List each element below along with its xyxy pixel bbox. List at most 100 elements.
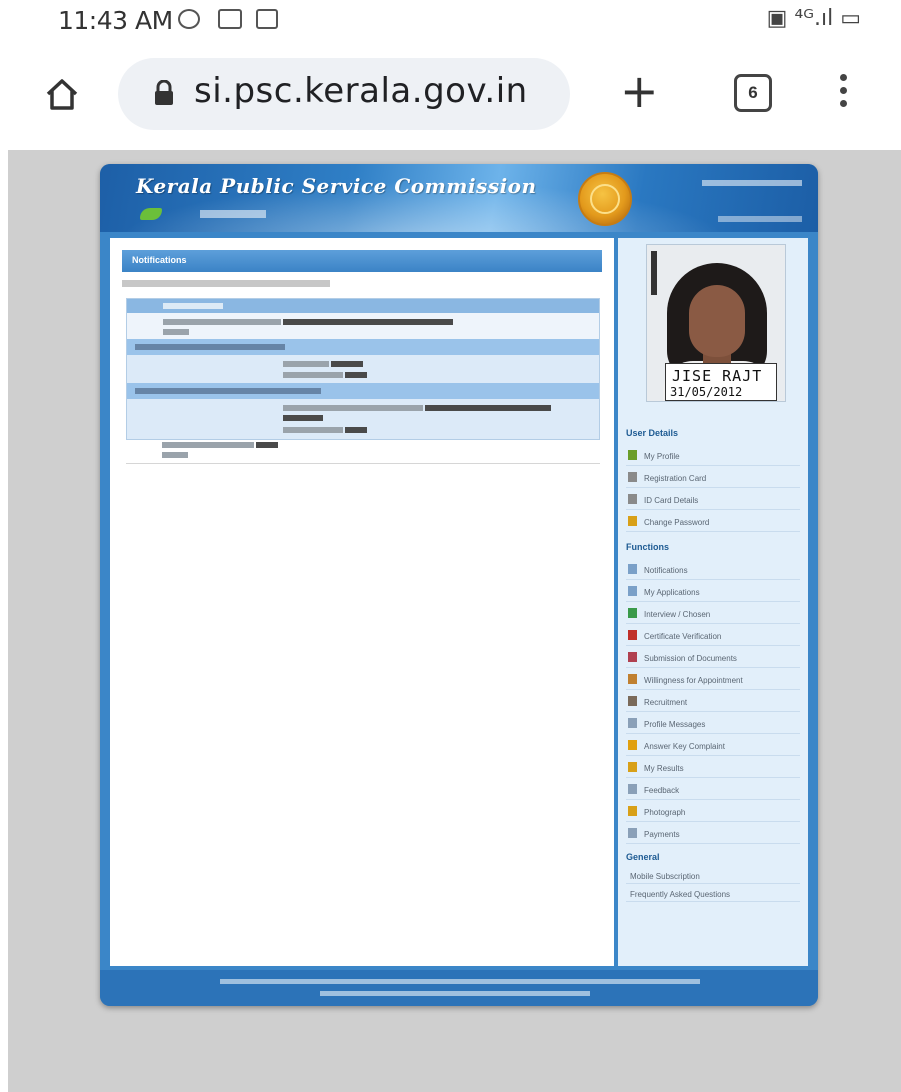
intro-text <box>122 280 330 287</box>
sidebar-item-profile-messages[interactable]: Profile Messages <box>626 712 800 734</box>
photo-date: 31/05/2012 <box>670 385 743 399</box>
notification-icon <box>628 564 637 574</box>
new-tab-button[interactable]: + <box>620 68 659 114</box>
feedback-icon <box>628 784 637 794</box>
messages-icon <box>628 718 637 728</box>
site-title: Kerala Public Service Commission <box>136 174 537 198</box>
results-icon <box>628 762 637 772</box>
sidebar-item-label: Registration Card <box>644 474 707 483</box>
sidebar-item-recruitment[interactable]: Recruitment <box>626 690 800 712</box>
applications-icon <box>628 586 637 596</box>
sidebar-item-frequently-asked-questions[interactable]: Frequently Asked Questions <box>626 884 800 902</box>
sidebar: JISE RAJT 31/05/2012 User Details My Pro… <box>618 238 808 966</box>
sidebar-item-interview-chosen[interactable]: Interview / Chosen <box>626 602 800 624</box>
payments-icon <box>628 828 637 838</box>
sidebar-item-photograph[interactable]: Photograph <box>626 800 800 822</box>
tab-switcher-button[interactable]: 6 <box>734 74 772 112</box>
sidebar-item-label: Answer Key Complaint <box>644 742 725 751</box>
card-icon <box>628 472 637 482</box>
table-row[interactable] <box>126 438 600 464</box>
calendar-icon <box>256 9 278 29</box>
id-card-icon <box>628 494 637 504</box>
sidebar-item-my-results[interactable]: My Results <box>626 756 800 778</box>
status-bar: 11:43 AM ▣ ⁴ᴳ.ıl ▭ <box>0 0 901 44</box>
message-icon <box>218 9 242 29</box>
user-details-heading: User Details <box>626 428 679 438</box>
sidebar-item-id-card-details[interactable]: ID Card Details <box>626 488 800 510</box>
signal-battery-icons: ▣ ⁴ᴳ.ıl ▭ <box>766 6 861 31</box>
sidebar-item-notifications[interactable]: Notifications <box>626 558 800 580</box>
sidebar-item-my-profile[interactable]: My Profile <box>626 444 800 466</box>
site-footer <box>100 970 818 1006</box>
browser-toolbar: si.psc.kerala.gov.in + 6 <box>0 44 901 150</box>
recruitment-icon <box>628 696 637 706</box>
page-viewport: Kerala Public Service Commission Notific… <box>8 150 901 1092</box>
sidebar-item-label: Recruitment <box>644 698 688 707</box>
sidebar-item-mobile-subscription[interactable]: Mobile Subscription <box>626 866 800 884</box>
sidebar-item-certificate-verification[interactable]: Certificate Verification <box>626 624 800 646</box>
more-menu-icon[interactable] <box>838 74 848 114</box>
photo-name: JISE RAJT <box>672 367 763 385</box>
sidebar-item-label: My Profile <box>644 452 680 461</box>
general-heading: General <box>626 852 660 862</box>
sidebar-item-label: Mobile Subscription <box>630 872 700 881</box>
psc-site-container: Kerala Public Service Commission Notific… <box>100 164 818 1006</box>
sidebar-item-label: Notifications <box>644 566 688 575</box>
detail-box <box>127 355 599 383</box>
footer-links[interactable] <box>320 991 590 996</box>
interview-icon <box>628 608 637 618</box>
address-bar[interactable]: si.psc.kerala.gov.in <box>118 58 570 130</box>
main-content: Notifications <box>110 238 614 966</box>
photo-nameboard: JISE RAJT 31/05/2012 <box>665 363 777 401</box>
detail-box <box>127 399 599 439</box>
sidebar-item-payments[interactable]: Payments <box>626 822 800 844</box>
alarm-icon <box>178 9 200 29</box>
sidebar-item-label: ID Card Details <box>644 496 699 505</box>
sidebar-item-label: My Results <box>644 764 684 773</box>
home-icon[interactable] <box>42 74 82 114</box>
header-links[interactable] <box>702 180 802 186</box>
photograph-icon <box>628 806 637 816</box>
documents-icon <box>628 652 637 662</box>
sidebar-item-label: Certificate Verification <box>644 632 722 641</box>
sidebar-item-answer-key-complaint[interactable]: Answer Key Complaint <box>626 734 800 756</box>
sidebar-item-registration-card[interactable]: Registration Card <box>626 466 800 488</box>
status-time: 11:43 AM <box>58 6 173 35</box>
sidebar-item-label: My Applications <box>644 588 700 597</box>
lock-icon <box>155 80 173 105</box>
appointment-icon <box>628 674 637 684</box>
site-header: Kerala Public Service Commission <box>100 164 818 232</box>
sidebar-item-label: Photograph <box>644 808 686 817</box>
sidebar-item-label: Change Password <box>644 518 710 527</box>
sidebar-item-willingness-for-appointment[interactable]: Willingness for Appointment <box>626 668 800 690</box>
category-band <box>127 383 599 399</box>
sidebar-item-label: Profile Messages <box>644 720 706 729</box>
sidebar-item-label: Frequently Asked Questions <box>630 890 731 899</box>
footer-copyright <box>220 979 700 984</box>
candidate-photo: JISE RAJT 31/05/2012 <box>646 244 786 402</box>
table-header <box>127 299 599 313</box>
url-text: si.psc.kerala.gov.in <box>194 71 528 111</box>
functions-heading: Functions <box>626 542 669 552</box>
sidebar-item-label: Interview / Chosen <box>644 610 711 619</box>
leaf-icon <box>140 208 162 220</box>
sidebar-item-submission-of-documents[interactable]: Submission of Documents <box>626 646 800 668</box>
psc-emblem-icon <box>578 172 632 226</box>
verification-icon <box>628 630 637 640</box>
user-icon <box>628 450 637 460</box>
sidebar-item-my-applications[interactable]: My Applications <box>626 580 800 602</box>
section-heading-bar: Notifications <box>122 250 602 272</box>
logout-link[interactable] <box>718 216 802 222</box>
sidebar-item-change-password[interactable]: Change Password <box>626 510 800 532</box>
answer-key-icon <box>628 740 637 750</box>
thulasi-logo <box>140 208 266 222</box>
sidebar-item-label: Feedback <box>644 786 680 795</box>
notification-table <box>126 298 600 440</box>
key-icon <box>628 516 637 526</box>
category-band <box>127 339 599 355</box>
sidebar-item-label: Payments <box>644 830 680 839</box>
section-heading: Notifications <box>132 255 187 265</box>
sidebar-item-label: Willingness for Appointment <box>644 676 743 685</box>
sidebar-item-feedback[interactable]: Feedback <box>626 778 800 800</box>
sidebar-item-label: Submission of Documents <box>644 654 737 663</box>
